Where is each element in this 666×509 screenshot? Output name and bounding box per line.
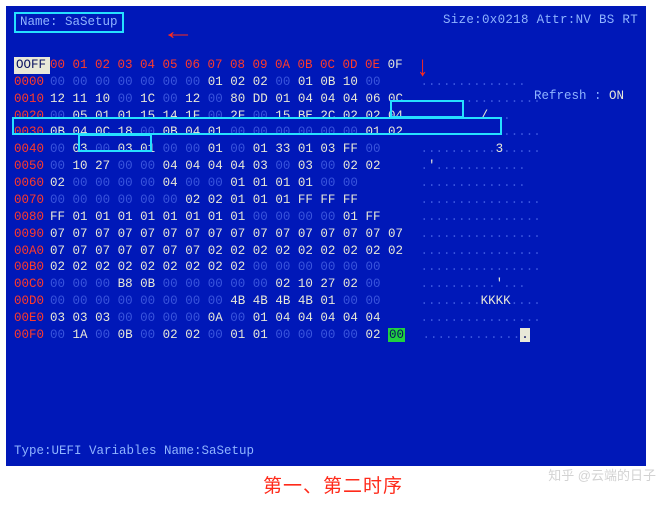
hex-row[interactable]: 006002 00 00 00 00 04 00 00 01 01 01 01 … — [14, 175, 638, 192]
refresh-indicator[interactable]: Refresh : ON — [534, 88, 624, 105]
hex-row[interactable]: 002000 05 01 01 15 14 1F 00 2F 00 15 BE … — [14, 108, 638, 125]
hex-row[interactable]: 0080FF 01 01 01 01 01 01 01 01 00 00 00 … — [14, 209, 638, 226]
hex-row[interactable]: 00D000 00 00 00 00 00 00 00 4B 4B 4B 4B … — [14, 293, 638, 310]
variable-name-box: Name: SaSetup — [14, 12, 124, 33]
column-header-lead: OOFF — [14, 57, 50, 74]
column-header-row: OOFF 00 01 02 03 04 05 06 07 08 09 0A 0B… — [14, 57, 638, 74]
hex-row[interactable]: 004000 03 00 03 01 00 00 01 00 01 33 01 … — [14, 141, 638, 158]
hex-row[interactable]: 007000 00 00 00 00 00 02 02 01 01 01 FF … — [14, 192, 638, 209]
hex-row[interactable]: 00F000 1A 00 0B 00 02 02 00 01 01 00 00 … — [14, 327, 638, 344]
annotation-arrow-right: ← — [168, 18, 188, 50]
size-attr-label: Size:0x0218 Attr:NV BS RT — [443, 12, 638, 33]
header-bar: Name: SaSetup Size:0x0218 Attr:NV BS RT — [14, 12, 638, 33]
refresh-label: Refresh : — [534, 89, 609, 103]
hex-row[interactable]: 00B002 02 02 02 02 02 02 02 02 00 00 00 … — [14, 259, 638, 276]
refresh-value: ON — [609, 89, 624, 103]
hex-row[interactable]: 00A007 07 07 07 07 07 07 02 02 02 02 02 … — [14, 243, 638, 260]
hex-row[interactable]: 005000 10 27 00 00 04 04 04 04 03 00 03 … — [14, 158, 638, 175]
footer-status: Type:UEFI Variables Name:SaSetup — [14, 443, 254, 460]
watermark: 知乎 @云端的日子 — [548, 467, 656, 485]
annotation-arrow-down: ↓ — [416, 50, 429, 89]
hex-row[interactable]: 00E003 03 03 00 00 00 00 0A 00 01 04 04 … — [14, 310, 638, 327]
hex-row[interactable]: 00300B 04 0C 18 00 0B 04 01 00 00 00 00 … — [14, 124, 638, 141]
hex-viewer-window: Name: SaSetup Size:0x0218 Attr:NV BS RT … — [6, 6, 646, 466]
hex-row[interactable]: 00C000 00 00 B8 0B 00 00 00 00 00 02 10 … — [14, 276, 638, 293]
hex-row[interactable]: 009007 07 07 07 07 07 07 07 07 07 07 07 … — [14, 226, 638, 243]
hex-dump-body[interactable]: 000000 00 00 00 00 00 00 01 02 02 00 01 … — [14, 74, 638, 344]
column-header-bytes: 00 01 02 03 04 05 06 07 08 09 0A 0B 0C 0… — [50, 57, 403, 74]
